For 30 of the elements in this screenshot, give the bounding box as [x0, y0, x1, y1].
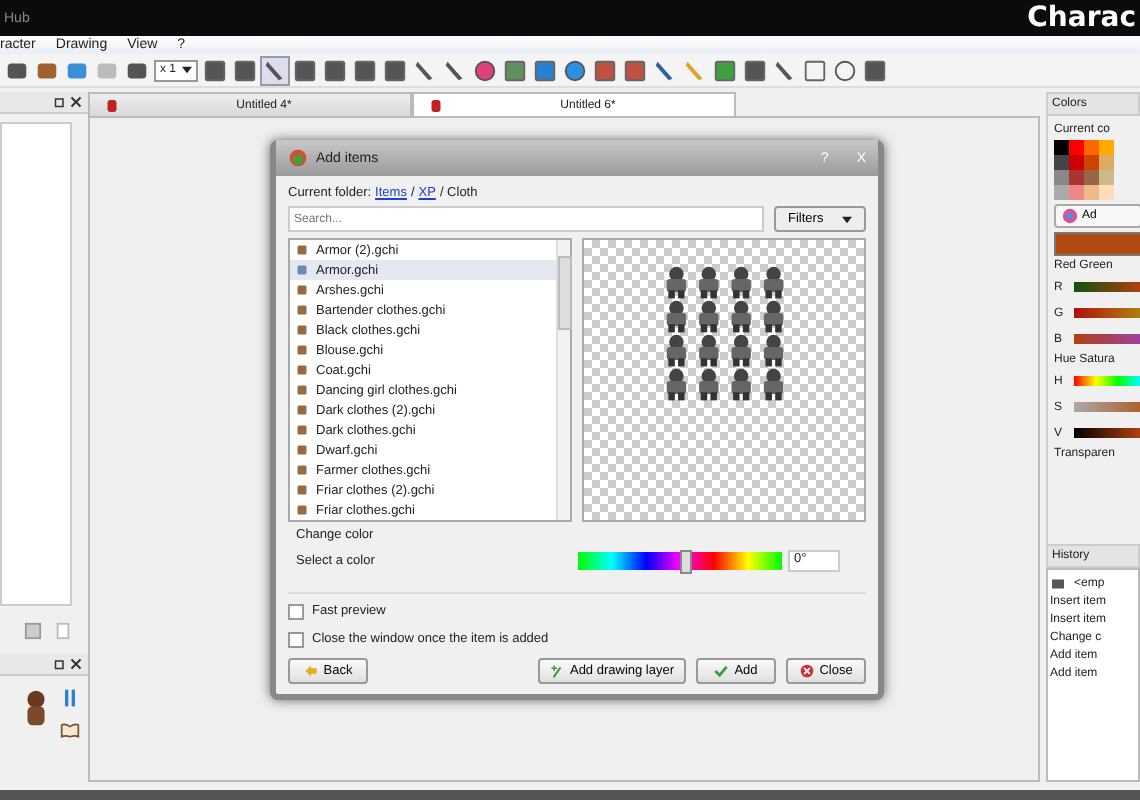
pause-icon[interactable] [60, 688, 80, 708]
gradient-strip [1074, 402, 1140, 412]
scrollbar[interactable] [556, 240, 570, 520]
close-icon [799, 664, 814, 678]
gradient-strip [1074, 282, 1140, 292]
video-caption: Charac [1027, 2, 1136, 34]
current-color-swatch [1054, 232, 1140, 256]
gradient-strip [1074, 334, 1140, 344]
ellipse-icon[interactable] [832, 57, 859, 83]
caret-icon [842, 215, 852, 223]
caret-icon [182, 66, 193, 74]
gradient-strip [1074, 308, 1140, 318]
checkbox[interactable] [288, 631, 304, 647]
gradient-strip [1074, 376, 1140, 386]
pencil-plus-icon [549, 664, 564, 678]
hue-slider-track[interactable] [578, 552, 782, 570]
close-icon[interactable] [70, 96, 82, 108]
document-icon [1050, 577, 1066, 589]
restore-icon[interactable] [54, 658, 66, 670]
app-icon [288, 148, 308, 168]
rectangle-icon[interactable] [802, 57, 829, 83]
close-icon[interactable] [70, 658, 82, 670]
gradient-strip [1074, 428, 1140, 438]
checkmark-icon [714, 664, 729, 678]
book-icon[interactable] [60, 720, 80, 740]
slider-handle[interactable] [680, 550, 693, 574]
restore-icon[interactable] [54, 96, 66, 108]
palette-swatches-drawing[interactable] [1054, 140, 1114, 200]
checkbox[interactable] [288, 603, 304, 619]
character-sprite-icon [24, 688, 48, 728]
